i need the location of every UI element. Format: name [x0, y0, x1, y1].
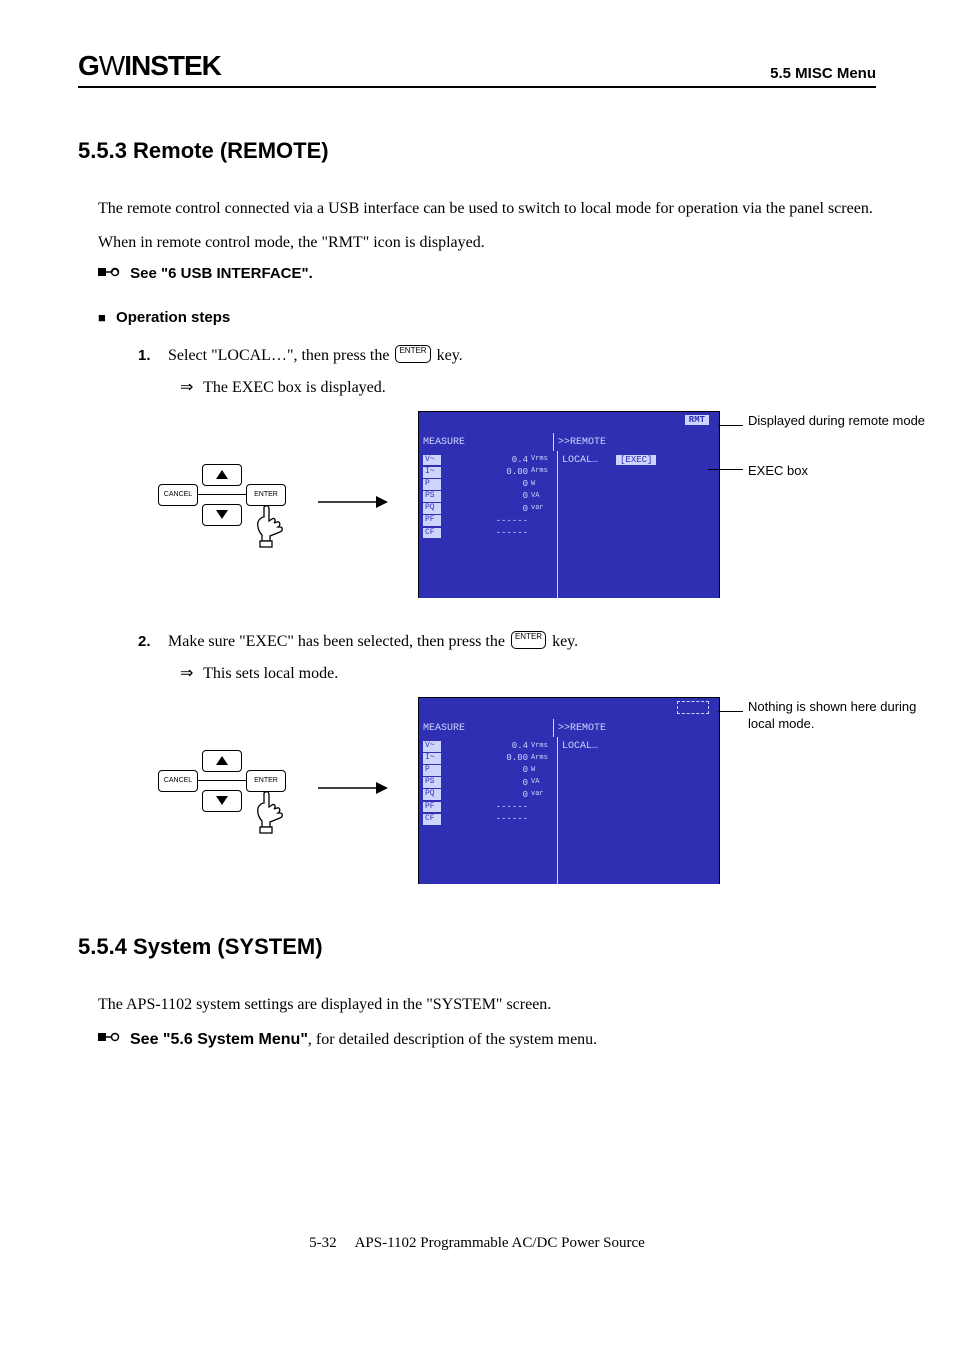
section-554-heading: 5.5.4 System (SYSTEM)	[78, 934, 876, 960]
sec553-para2: When in remote control mode, the "RMT" i…	[98, 228, 876, 258]
see-icon	[98, 265, 120, 283]
sec553-para1: The remote control connected via a USB i…	[98, 194, 876, 224]
result-arrow-icon: ⇒	[180, 665, 193, 682]
step1-text-a: Select "LOCAL…", then press the	[168, 347, 393, 364]
sec553-see-link: See "6 USB INTERFACE".	[130, 265, 313, 282]
step2-text-b: key.	[548, 633, 578, 650]
page-number: 5-32	[309, 1235, 337, 1251]
step1-number: 1.	[138, 347, 164, 364]
enter-key-icon: ENTER	[395, 345, 430, 363]
sec554-see-bold: See "5.6 System Menu"	[130, 1031, 308, 1048]
operation-steps-label: Operation steps	[116, 309, 230, 326]
see-icon	[98, 1025, 120, 1055]
step2-number: 2.	[138, 633, 164, 650]
callout-exec: EXEC box	[748, 463, 808, 480]
step1-text-b: key.	[433, 347, 463, 364]
step2-text-a: Make sure "EXEC" has been selected, then…	[168, 633, 509, 650]
section-553-heading: 5.5.3 Remote (REMOTE)	[78, 138, 876, 164]
step2-result: This sets local mode.	[203, 665, 338, 682]
callout-rmt: Displayed during remote mode	[748, 413, 925, 430]
square-bullet-icon: ■	[98, 310, 106, 325]
brand-logo: GWINSTEK	[78, 50, 221, 82]
doc-title: APS-1102 Programmable AC/DC Power Source	[355, 1235, 645, 1251]
sec554-see-rest: , for detailed description of the system…	[308, 1031, 597, 1048]
result-arrow-icon: ⇒	[180, 379, 193, 396]
header-section-label: 5.5 MISC Menu	[770, 65, 876, 82]
sec554-para1: The APS-1102 system settings are display…	[98, 990, 876, 1020]
step1-result: The EXEC box is displayed.	[203, 379, 386, 396]
enter-key-icon: ENTER	[511, 631, 546, 649]
callout-local-mode: Nothing is shown here during local mode.	[748, 699, 918, 733]
